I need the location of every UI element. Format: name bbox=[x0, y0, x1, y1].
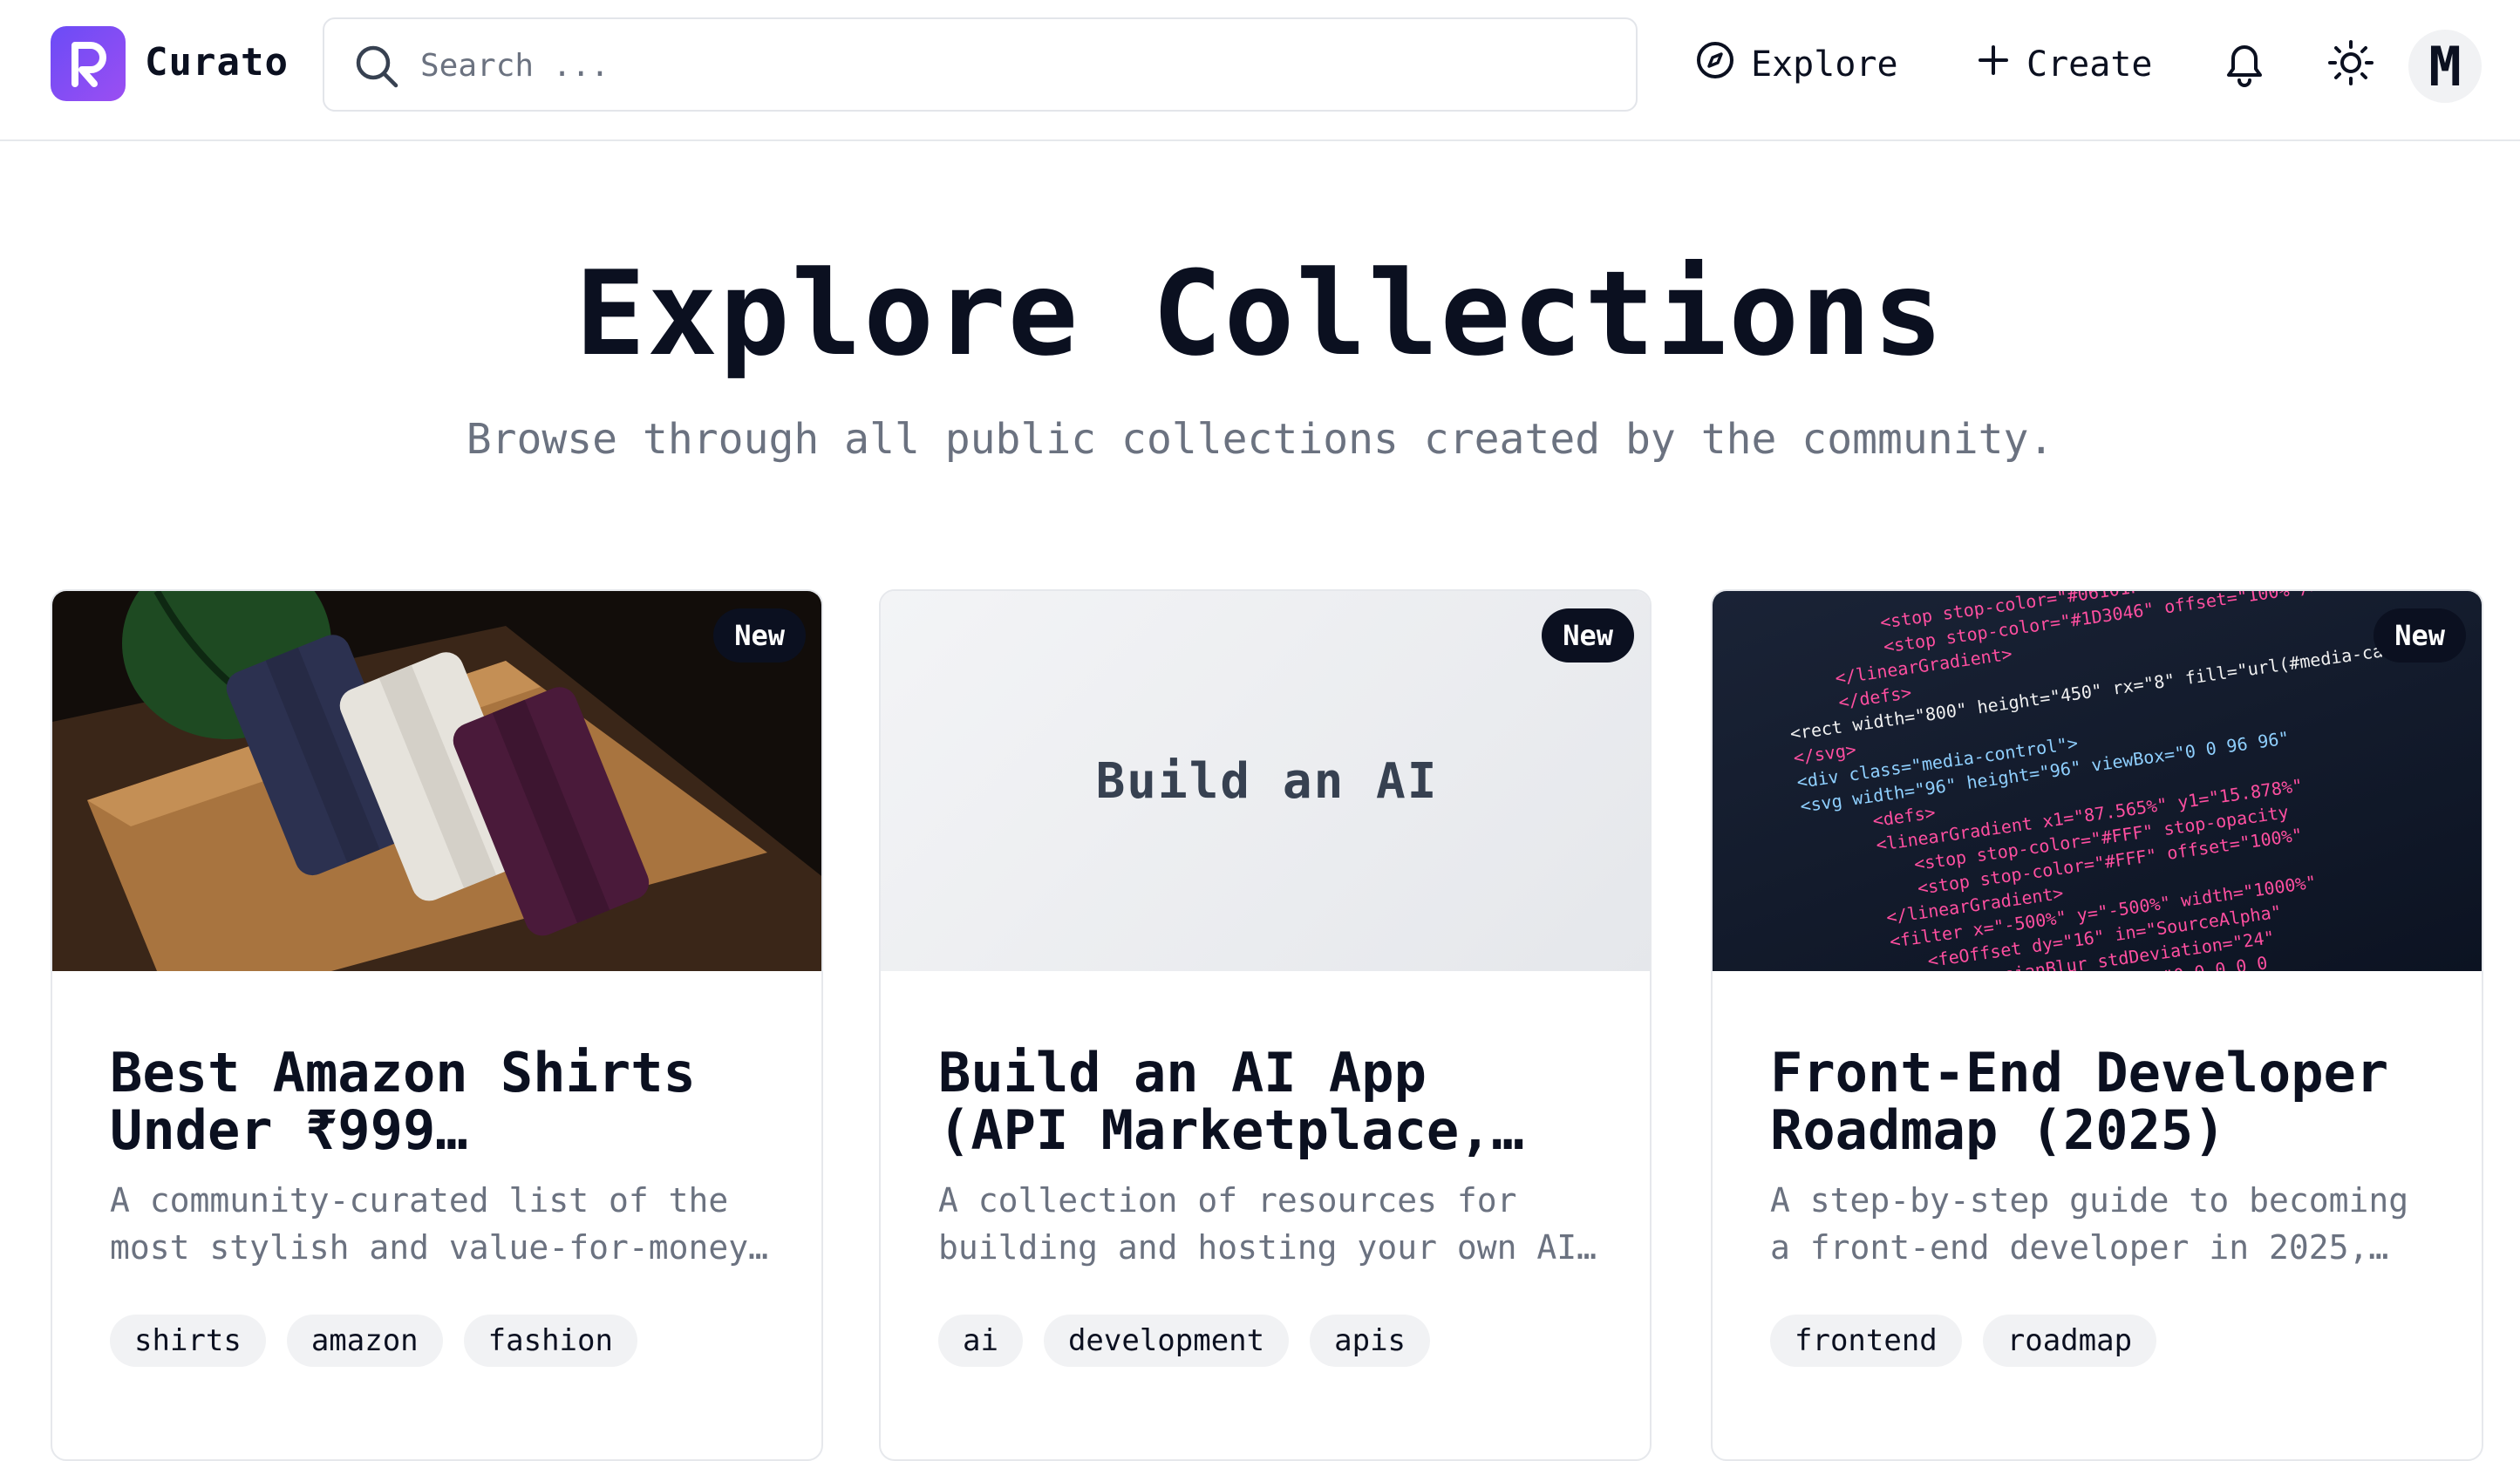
create-label: Create bbox=[2026, 44, 2153, 85]
card-tags: shirts amazon fashion bbox=[110, 1315, 637, 1367]
compass-icon bbox=[1695, 40, 1735, 89]
card-title: Best Amazon Shirts Under ₹999… bbox=[110, 1044, 790, 1159]
card-tags: frontend roadmap bbox=[1770, 1315, 2157, 1367]
card-desc-line: building and hosting your own AI… bbox=[938, 1228, 1597, 1267]
card-title-line: (API Marketplace,… bbox=[938, 1102, 1524, 1159]
card-image-code: <stop stop-color="#06101F" offset="0%"/>… bbox=[1713, 591, 2482, 971]
tag-chip[interactable]: fashion bbox=[463, 1315, 637, 1367]
card-image-placeholder: Build an AI New bbox=[881, 591, 1650, 971]
collection-card[interactable]: Build an AI New Build an AI App (API Mar… bbox=[879, 589, 1652, 1461]
card-title: Build an AI App (API Marketplace,… bbox=[938, 1044, 1618, 1159]
search-box[interactable] bbox=[323, 17, 1638, 112]
collection-card[interactable]: <stop stop-color="#06101F" offset="0%"/>… bbox=[1711, 589, 2483, 1461]
code-screenshot: <stop stop-color="#06101F" offset="0%"/>… bbox=[1788, 591, 2447, 971]
tag-chip[interactable]: amazon bbox=[286, 1315, 443, 1367]
notifications-button[interactable] bbox=[2213, 33, 2276, 96]
tag-chip[interactable]: ai bbox=[938, 1315, 1023, 1367]
placeholder-text: Build an AI bbox=[1095, 752, 1439, 810]
card-tags: ai development apis bbox=[938, 1315, 1431, 1367]
top-navbar: Curato Explore Create bbox=[0, 0, 2520, 141]
plus-icon bbox=[1976, 43, 2011, 86]
tag-chip[interactable]: development bbox=[1043, 1315, 1290, 1367]
page-title: Explore Collections bbox=[575, 246, 1945, 382]
card-title-line: Under ₹999… bbox=[110, 1102, 468, 1159]
tag-chip[interactable]: apis bbox=[1310, 1315, 1431, 1367]
new-badge: New bbox=[2374, 608, 2466, 663]
card-desc-line: A step-by-step guide to becoming bbox=[1770, 1181, 2409, 1220]
tag-chip[interactable]: roadmap bbox=[1982, 1315, 2157, 1367]
bell-icon bbox=[2220, 37, 2269, 92]
user-avatar[interactable]: M bbox=[2408, 30, 2482, 103]
card-title-line: Best Amazon Shirts bbox=[110, 1044, 696, 1102]
collection-card[interactable]: New Best Amazon Shirts Under ₹999… A com… bbox=[51, 589, 823, 1461]
search-input[interactable] bbox=[420, 40, 1606, 91]
tag-chip[interactable]: shirts bbox=[110, 1315, 266, 1367]
create-button[interactable]: Create bbox=[1976, 31, 2153, 98]
theme-toggle-button[interactable] bbox=[2319, 33, 2382, 96]
explore-label: Explore bbox=[1751, 44, 1898, 85]
sun-icon bbox=[2326, 38, 2375, 91]
brand-name[interactable]: Curato bbox=[145, 40, 289, 85]
card-image-shirts: New bbox=[52, 591, 821, 971]
card-title-line: Front-End Developer bbox=[1770, 1044, 2389, 1102]
card-description: A collection of resources for building a… bbox=[938, 1177, 1601, 1271]
card-title: Front-End Developer Roadmap (2025) bbox=[1770, 1044, 2450, 1159]
explore-button[interactable]: Explore bbox=[1695, 31, 1898, 98]
card-desc-line: most stylish and value-for-money… bbox=[110, 1228, 768, 1267]
new-badge: New bbox=[1542, 608, 1634, 663]
card-desc-line: A collection of resources for bbox=[938, 1181, 1517, 1220]
card-title-line: Build an AI App bbox=[938, 1044, 1427, 1102]
card-title-line: Roadmap (2025) bbox=[1770, 1102, 2226, 1159]
card-description: A community-curated list of the most sty… bbox=[110, 1177, 773, 1271]
search-icon bbox=[354, 44, 399, 92]
card-description: A step-by-step guide to becoming a front… bbox=[1770, 1177, 2433, 1271]
page-subtitle: Browse through all public collections cr… bbox=[466, 415, 2054, 464]
card-desc-line: A community-curated list of the bbox=[110, 1181, 729, 1220]
brand-logo-icon[interactable] bbox=[51, 26, 126, 101]
tag-chip[interactable]: frontend bbox=[1770, 1315, 1962, 1367]
new-badge: New bbox=[713, 608, 806, 663]
card-desc-line: a front-end developer in 2025,… bbox=[1770, 1228, 2389, 1267]
